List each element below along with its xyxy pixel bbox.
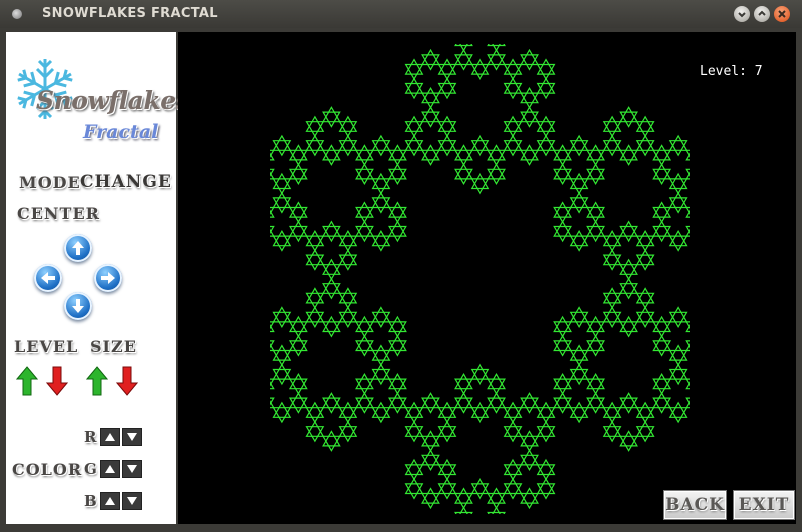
close-button[interactable] [774, 6, 790, 22]
arrow-down-icon [72, 299, 84, 313]
maximize-button[interactable] [754, 6, 770, 22]
size-label: SIZE [90, 337, 137, 356]
arrow-left-icon [41, 272, 55, 284]
triangle-down-icon [127, 497, 137, 505]
blue-increase-button[interactable] [100, 492, 120, 510]
center-right-button[interactable] [94, 264, 122, 292]
level-up-button[interactable] [16, 366, 38, 396]
level-down-button[interactable] [46, 366, 68, 396]
center-label: CENTER [17, 204, 100, 223]
control-panel: Snowflakes Fractal MODE CHANGE CENTER LE… [6, 32, 190, 524]
green-increase-button[interactable] [100, 460, 120, 478]
minimize-icon [738, 12, 746, 18]
size-down-button[interactable] [116, 366, 138, 396]
green-label: G [84, 460, 97, 478]
window-frame [796, 28, 802, 532]
change-mode-button[interactable]: CHANGE [80, 172, 172, 192]
red-increase-button[interactable] [100, 428, 120, 446]
back-button[interactable]: BACK [663, 490, 727, 520]
green-decrease-button[interactable] [122, 460, 142, 478]
level-readout: Level: 7 [700, 64, 763, 79]
arrow-up-icon [72, 241, 84, 255]
window-title: SNOWFLAKES FRACTAL [42, 6, 218, 21]
title-bar: SNOWFLAKES FRACTAL [0, 0, 802, 28]
triangle-up-icon [105, 465, 115, 473]
level-label: LEVEL [14, 337, 79, 356]
triangle-up-icon [105, 497, 115, 505]
exit-button-label: EXIT [738, 495, 790, 515]
blue-label: B [84, 492, 97, 510]
color-label: COLOR [12, 460, 83, 479]
triangle-down-icon [127, 433, 137, 441]
minimize-button[interactable] [734, 6, 750, 22]
center-left-button[interactable] [34, 264, 62, 292]
maximize-icon [758, 10, 766, 16]
close-icon [778, 10, 786, 18]
mode-label: MODE [19, 173, 81, 192]
logo-subtitle: Fractal [83, 121, 159, 143]
size-up-button[interactable] [86, 366, 108, 396]
red-label: R [84, 428, 97, 446]
fractal-mark [270, 44, 690, 514]
snowflake-fractal [270, 44, 690, 514]
triangle-down-icon [127, 465, 137, 473]
app-icon [12, 9, 22, 19]
red-decrease-button[interactable] [122, 428, 142, 446]
center-up-button[interactable] [64, 234, 92, 262]
exit-button[interactable]: EXIT [733, 490, 795, 520]
triangle-up-icon [105, 433, 115, 441]
blue-decrease-button[interactable] [122, 492, 142, 510]
back-button-label: BACK [665, 495, 725, 515]
center-down-button[interactable] [64, 292, 92, 320]
arrow-right-icon [101, 272, 115, 284]
logo-title: Snowflakes [36, 86, 190, 115]
